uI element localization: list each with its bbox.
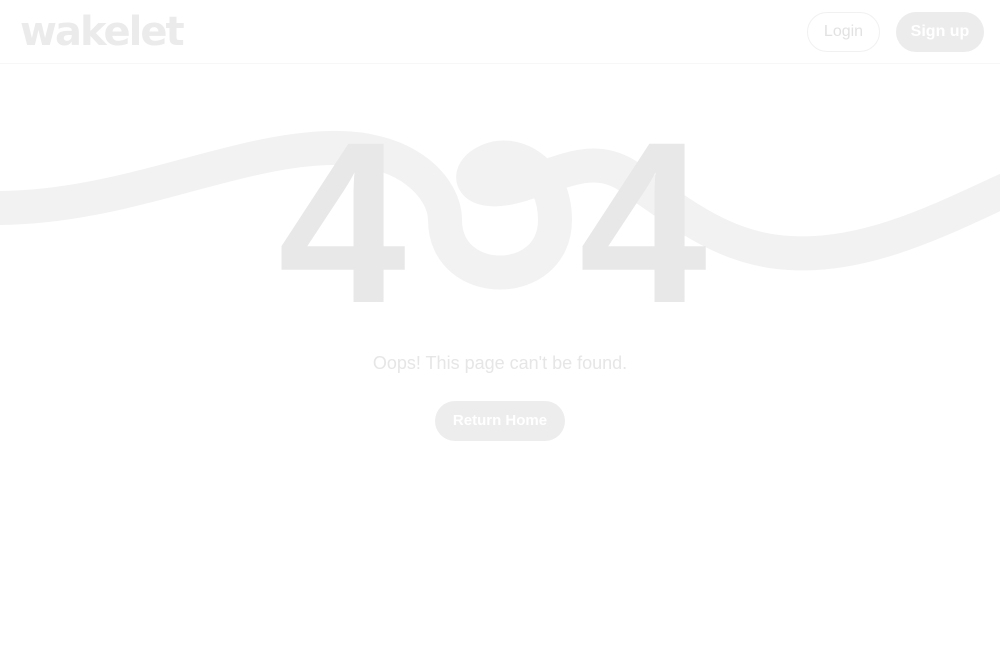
return-home-button[interactable]: Return Home	[435, 401, 565, 441]
site-header: wakelet Login Sign up	[0, 0, 1000, 64]
404-graphic: 4 4	[0, 94, 1000, 351]
digit-four-right: 4	[579, 94, 707, 351]
signup-button[interactable]: Sign up	[896, 12, 984, 52]
wavy-ribbon	[0, 130, 1000, 290]
error-message: Oops! This page can't be found.	[372, 353, 628, 373]
wakelet-logo[interactable]: wakelet	[20, 8, 185, 56]
login-button[interactable]: Login	[807, 12, 880, 52]
digit-four-left: 4	[278, 94, 406, 351]
error-illustration: 4 4	[0, 64, 1000, 364]
